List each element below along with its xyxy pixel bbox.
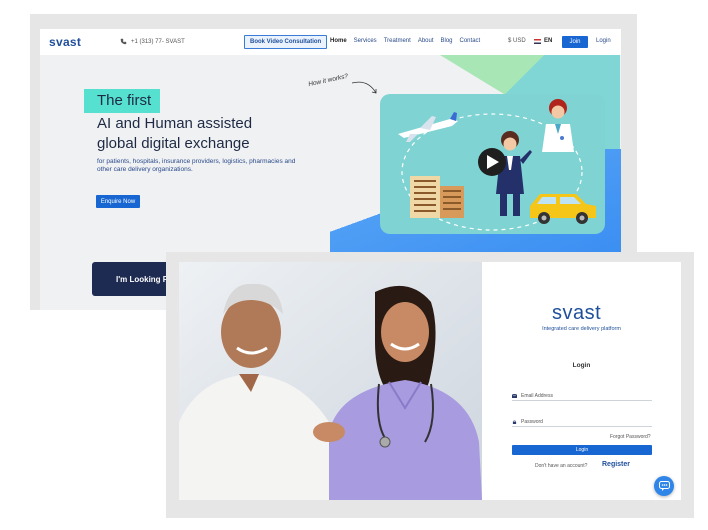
currency-label: USD [513,38,526,44]
flag-icon [534,38,541,44]
currency-symbol: $ [508,38,512,44]
main-nav: Home Services Treatment About Blog Conta… [330,38,480,44]
book-video-consultation-button[interactable]: Book Video Consultation [244,35,328,49]
nav-contact[interactable]: Contact [460,38,481,44]
password-field[interactable]: Password [512,417,652,427]
headline-highlight-text: The first [97,92,152,109]
email-placeholder: Email Address [521,392,553,399]
nav-services[interactable]: Services [354,38,377,44]
hospital-building-icon [410,176,464,218]
hero-photo [179,262,482,500]
airplane-icon [398,112,458,142]
hero-subtext: for patients, hospitals, insurance provi… [97,158,296,173]
brand-logo: svast [552,302,602,324]
envelope-icon [512,393,517,398]
language-label: EN [544,38,553,44]
curved-arrow-icon [351,81,377,94]
login-link[interactable]: Login [596,38,611,44]
lock-icon [512,419,517,424]
no-account-text: Don't have an account? [535,463,588,469]
explainer-video[interactable] [380,94,605,234]
doctor-avatar [542,99,574,152]
email-field[interactable]: Email Address [512,391,652,401]
composite-screenshot: svast +1 (313) 77- SVAST Book Video Cons… [0,0,708,530]
phone-number[interactable]: +1 (313) 77- SVAST [120,38,185,45]
currency-selector[interactable]: $ USD [508,38,526,44]
phone-icon [120,38,127,45]
video-illustration [398,99,596,231]
chat-icon [658,481,670,491]
hero-headline: AI and Human assisted global digital exc… [97,114,252,154]
login-panel: svast Integrated care delivery platform … [482,262,681,500]
top-navbar: svast +1 (313) 77- SVAST Book Video Cons… [40,29,621,55]
logo[interactable]: svast [49,35,81,49]
hero-headline-line2: global digital exchange [97,135,250,152]
register-link[interactable]: Register [602,461,630,468]
brand-tagline: Integrated care delivery platform [542,326,621,332]
forgot-password-link[interactable]: Forgot Password? [610,434,651,440]
assistant-avatar [496,131,532,216]
nav-about[interactable]: About [418,38,434,44]
enquire-now-button[interactable]: Enquire Now [96,195,140,208]
nav-blog[interactable]: Blog [441,38,453,44]
login-title: Login [572,362,591,369]
nav-home[interactable]: Home [330,38,347,44]
doctor-patient-photo [179,262,482,500]
language-selector[interactable]: EN [534,38,552,44]
phone-text: +1 (313) 77- SVAST [131,38,185,45]
join-button[interactable]: Join [562,36,588,48]
nav-treatment[interactable]: Treatment [384,38,411,44]
taxi-icon [530,194,596,224]
login-button[interactable]: Login [512,445,652,455]
hero-headline-line1: AI and Human assisted [97,115,253,132]
password-placeholder: Password [521,418,543,425]
chat-button[interactable] [654,476,674,496]
